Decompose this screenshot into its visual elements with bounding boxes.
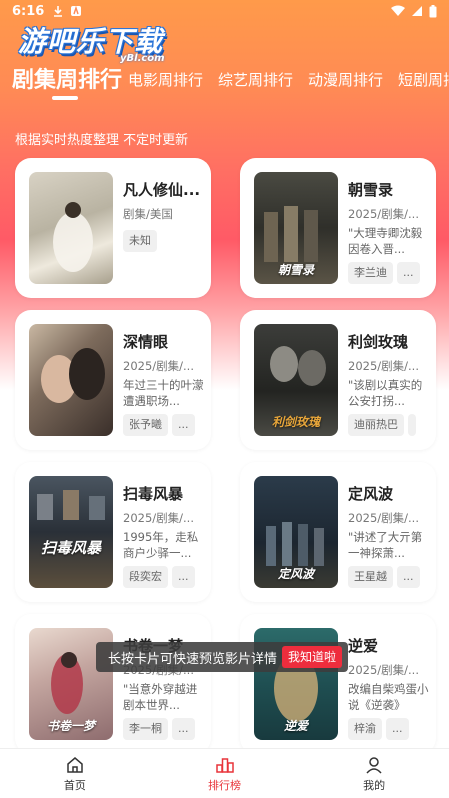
card-meta: 2025/剧集/... [348, 663, 419, 677]
tab-anime-weekly[interactable]: 动漫周排行 [308, 69, 383, 90]
poster-image: 利剑玫瑰 [254, 324, 338, 436]
nav-profile[interactable]: 我的 [299, 749, 449, 798]
card-tag: 迪丽热巴 [348, 414, 404, 436]
bottom-navigation: 首页 排行榜 我的 [0, 748, 449, 798]
card-description: 年过三十的叶濛遭遇职场... [123, 378, 204, 408]
poster-image: 朝雪录 [254, 172, 338, 284]
status-bar: 6:16 [0, 0, 449, 22]
app-notification-icon [71, 5, 82, 16]
profile-icon [366, 756, 382, 774]
tab-movie-weekly[interactable]: 电影周排行 [128, 69, 203, 90]
card-title: 深情眼 [123, 333, 169, 351]
nav-ranking[interactable]: 排行榜 [150, 749, 300, 798]
card-meta: 2025/剧集/... [348, 359, 419, 373]
app-logo-domain: yBl.com [120, 53, 165, 64]
card-tag: 李兰迪 [348, 262, 393, 284]
status-time: 6:16 [12, 3, 45, 19]
tab-variety-weekly[interactable]: 综艺周排行 [218, 69, 293, 90]
download-icon [54, 6, 63, 17]
card-tag: 张予曦 [123, 414, 168, 436]
poster-image: 定风波 [254, 476, 338, 588]
card-description: "该剧以真实的公安打拐... [348, 378, 423, 408]
card-tag-more: ... [172, 566, 195, 588]
tab-short-drama-weekly[interactable]: 短剧周排 [398, 69, 449, 90]
card-tag-more: ... [172, 414, 195, 436]
active-tab-indicator [52, 96, 78, 100]
ranking-card[interactable]: 凡人修仙... 剧集/美国 未知 [15, 158, 211, 298]
card-description: 1995年，走私商户少驿一... [123, 530, 199, 560]
nav-ranking-label: 排行榜 [208, 778, 241, 792]
card-meta: 2025/剧集/... [123, 511, 194, 525]
card-tag-more: ... [172, 718, 195, 740]
card-description: "大理寺卿沈毅因卷入晋... [348, 226, 423, 256]
card-tag-more: ... [397, 262, 420, 284]
poster-title: 逆爱 [283, 719, 308, 733]
signal-icon [412, 6, 422, 16]
card-description: "当意外穿越进剧本世界... [123, 682, 198, 712]
ranking-card[interactable]: 深情眼 2025/剧集/... 年过三十的叶濛遭遇职场... 张予曦 ... [15, 310, 211, 450]
hint-toast: 长按卡片可快速预览影片详情 我知道啦 [96, 642, 348, 672]
nav-profile-label: 我的 [363, 778, 386, 792]
card-title: 利剑玫瑰 [348, 333, 409, 351]
battery-icon [429, 4, 437, 17]
poster-image: 扫毒风暴 [29, 476, 113, 588]
poster-title: 定风波 [277, 567, 314, 581]
card-meta: 2025/剧集/... [348, 511, 419, 525]
poster-title: 书卷一梦 [46, 719, 95, 733]
poster-title: 利剑玫瑰 [271, 415, 320, 429]
toast-message: 长按卡片可快速预览影片详情 [108, 651, 278, 667]
card-tag-more: ... [397, 566, 420, 588]
card-description: "讲述了大亓第一神探萧... [348, 530, 423, 560]
card-tag-more: ... [386, 718, 409, 740]
ranking-card[interactable]: 逆爱 逆爱 2025/剧集/... 改编自柴鸡蛋小说《逆袭》 梓渝 ... [240, 614, 436, 754]
card-tag: 王星越 [348, 566, 393, 588]
ranking-card[interactable]: 扫毒风暴 扫毒风暴 2025/剧集/... 1995年，走私商户少驿一... 段… [15, 462, 211, 602]
card-title: 朝雪录 [348, 181, 394, 199]
home-icon [67, 756, 83, 773]
card-tag: 未知 [123, 230, 157, 252]
ranking-subtitle: 根据实时热度整理 不定时更新 [15, 133, 189, 148]
card-tag: 梓渝 [348, 718, 382, 740]
poster-image [29, 172, 113, 284]
poster-image [29, 324, 113, 436]
card-tag: 李一桐 [123, 718, 168, 740]
nav-home-label: 首页 [63, 778, 86, 792]
card-title: 凡人修仙... [123, 181, 201, 199]
wifi-icon [391, 5, 405, 16]
card-meta: 2025/剧集/... [123, 359, 194, 373]
card-meta: 2025/剧集/... [348, 207, 419, 221]
toast-dismiss-button[interactable]: 我知道啦 [281, 646, 342, 668]
tab-series-weekly[interactable]: 剧集周排行 [12, 64, 122, 94]
poster-title: 扫毒风暴 [40, 539, 101, 557]
card-tag-more [408, 414, 416, 436]
ranking-card[interactable]: 书卷一梦 书卷一梦 2025/剧集/... "当意外穿越进剧本世界... 李一桐… [15, 614, 211, 754]
card-tag: 段奕宏 [123, 566, 168, 588]
card-title: 逆爱 [348, 637, 379, 655]
ranking-card[interactable]: 朝雪录 朝雪录 2025/剧集/... "大理寺卿沈毅因卷入晋... 李兰迪 .… [240, 158, 436, 298]
card-title: 扫毒风暴 [123, 485, 184, 503]
card-meta: 剧集/美国 [123, 207, 173, 221]
card-title: 定风波 [348, 485, 394, 503]
ranking-icon [215, 757, 234, 773]
ranking-card[interactable]: 利剑玫瑰 利剑玫瑰 2025/剧集/... "该剧以真实的公安打拐... 迪丽热… [240, 310, 436, 450]
nav-home[interactable]: 首页 [0, 749, 150, 798]
card-description: 改编自柴鸡蛋小说《逆袭》 [348, 682, 429, 712]
ranking-card[interactable]: 定风波 定风波 2025/剧集/... "讲述了大亓第一神探萧... 王星越 .… [240, 462, 436, 602]
poster-title: 朝雪录 [277, 263, 314, 277]
